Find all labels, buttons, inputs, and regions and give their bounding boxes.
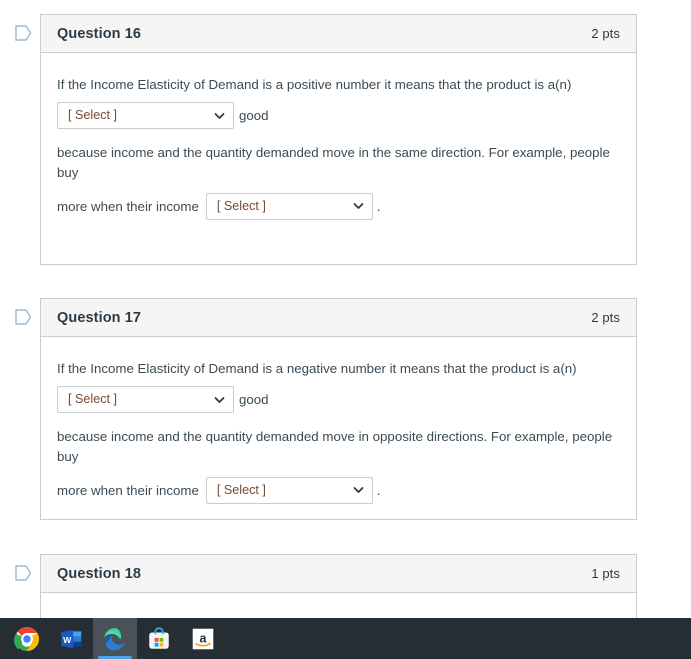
select-row-2: more when their income [ Select ] . (57, 476, 620, 504)
select-1-suffix-text: good (239, 392, 269, 408)
select-2-suffix-text: . (376, 482, 381, 498)
taskbar: W a (0, 618, 691, 659)
select-2-suffix-text: . (376, 198, 381, 214)
question-points: 1 pts (591, 566, 620, 581)
taskbar-item-amazon[interactable]: a (181, 618, 225, 659)
question-title: Question 16 (57, 25, 142, 42)
chrome-icon (14, 626, 39, 651)
question-title: Question 17 (57, 309, 142, 326)
select-dropdown-2-value: [ Select ] (216, 198, 266, 213)
question-card-17: Question 17 2 pts If the Income Elastici… (40, 298, 637, 520)
question-body-16: If the Income Elasticity of Demand is a … (41, 53, 636, 236)
flag-outline-icon-q16[interactable] (15, 25, 32, 41)
chevron-down-icon (353, 485, 364, 496)
edge-icon (104, 627, 126, 650)
flag-outline-icon-q18[interactable] (15, 565, 32, 581)
select-dropdown-2[interactable]: [ Select ] (205, 476, 373, 504)
select-2-prefix-text: more when their income (57, 482, 199, 498)
question-header-16: Question 16 2 pts (41, 15, 636, 53)
select-dropdown-1-value: [ Select ] (68, 392, 117, 407)
chevron-down-icon (353, 201, 364, 212)
select-2-prefix-text: more when their income (57, 198, 199, 214)
question-points: 2 pts (591, 26, 620, 41)
chevron-down-icon (214, 110, 225, 121)
select-dropdown-1[interactable]: [ Select ] (57, 386, 234, 414)
question-header-18: Question 18 1 pts (41, 555, 636, 593)
amazon-icon: a (192, 628, 214, 649)
question-body-17: If the Income Elasticity of Demand is a … (41, 337, 636, 520)
word-icon: W (61, 629, 82, 648)
svg-text:a: a (200, 631, 207, 645)
question-prompt-line-1: If the Income Elasticity of Demand is a … (57, 361, 577, 376)
microsoft-store-icon (149, 626, 169, 649)
select-1-suffix-text: good (239, 108, 269, 124)
question-prompt-line-1: If the Income Elasticity of Demand is a … (57, 77, 572, 92)
chevron-down-icon (214, 394, 225, 405)
select-row-1: [ Select ] good (57, 386, 620, 414)
select-dropdown-2-value: [ Select ] (216, 482, 266, 497)
select-row-2: more when their income [ Select ] . (57, 192, 620, 220)
taskbar-item-chrome[interactable] (5, 618, 49, 659)
select-dropdown-1[interactable]: [ Select ] (57, 102, 234, 130)
taskbar-item-store[interactable] (137, 618, 181, 659)
select-dropdown-1-value: [ Select ] (68, 108, 117, 123)
flag-outline-icon-q17[interactable] (15, 309, 32, 325)
taskbar-item-word[interactable]: W (49, 618, 93, 659)
question-header-17: Question 17 2 pts (41, 299, 636, 337)
svg-text:W: W (63, 634, 72, 644)
quiz-page: Question 16 2 pts If the Income Elastici… (0, 0, 691, 659)
question-card-16: Question 16 2 pts If the Income Elastici… (40, 14, 637, 265)
question-prompt-line-2: because income and the quantity demanded… (57, 429, 613, 464)
select-dropdown-2[interactable]: [ Select ] (205, 192, 373, 220)
question-title: Question 18 (57, 565, 142, 582)
select-row-1: [ Select ] good (57, 102, 620, 130)
taskbar-item-edge[interactable] (93, 618, 137, 659)
question-prompt-line-2: because income and the quantity demanded… (57, 145, 610, 180)
question-points: 2 pts (591, 310, 620, 325)
